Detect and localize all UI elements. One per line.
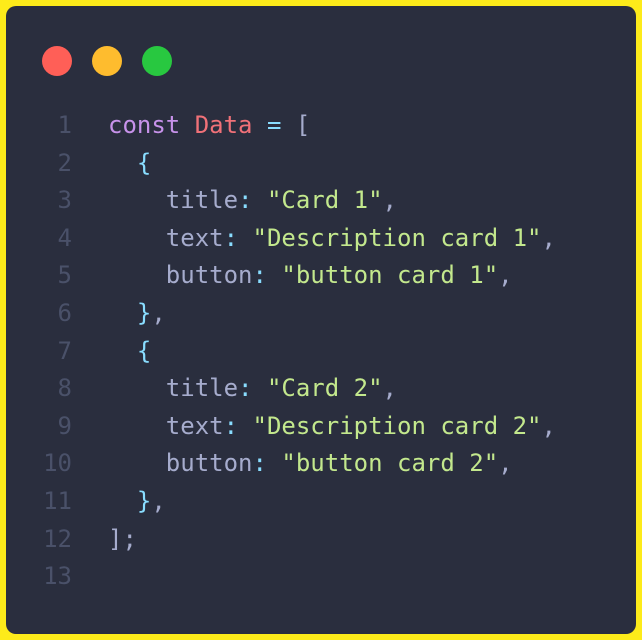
code-text: }, <box>108 483 166 521</box>
code-line: 12]; <box>6 521 636 559</box>
line-number: 13 <box>43 562 72 591</box>
line-number: 4 <box>57 223 72 252</box>
code-line: 3 title: "Card 1", <box>6 182 636 220</box>
code-token: , <box>541 223 556 252</box>
code-text: { <box>108 333 151 371</box>
code-token: "button card 1" <box>281 261 499 290</box>
code-token: } <box>136 486 152 515</box>
code-token: const <box>108 111 181 139</box>
code-text: text: "Description card 2", <box>108 408 556 446</box>
code-token: { <box>136 336 152 365</box>
code-token: "Card 2" <box>266 374 383 403</box>
code-token: , <box>382 374 397 403</box>
code-text: const Data = [ <box>108 107 310 145</box>
window-controls <box>42 46 172 76</box>
code-line: 5 button: "button card 1", <box>6 257 636 295</box>
code-text: button: "button card 2", <box>108 445 513 483</box>
line-number: 10 <box>43 449 72 478</box>
line-number: 8 <box>57 374 72 403</box>
code-token: : <box>252 261 282 290</box>
code-text: title: "Card 1", <box>108 182 397 220</box>
code-token: } <box>136 298 152 327</box>
code-text: title: "Card 2", <box>108 370 397 408</box>
code-token: ; <box>122 524 137 553</box>
code-text: ]; <box>108 521 137 559</box>
code-text: { <box>108 145 151 183</box>
code-token: = <box>266 111 282 139</box>
code-line: 8 title: "Card 2", <box>6 370 636 408</box>
code-token: title <box>165 374 239 403</box>
code-token: : <box>223 411 253 440</box>
code-line: 10 button: "button card 2", <box>6 445 636 483</box>
code-token: button <box>165 449 253 478</box>
line-number: 2 <box>57 148 72 177</box>
code-token: "Description card 2" <box>252 411 542 440</box>
code-token: , <box>382 186 397 215</box>
line-number: 6 <box>57 298 72 327</box>
code-token: , <box>541 411 556 440</box>
code-token: "button card 2" <box>281 449 499 478</box>
code-token: : <box>252 449 282 478</box>
minimize-dot <box>92 46 122 76</box>
code-token: , <box>151 486 166 515</box>
code-line: 2 { <box>6 145 636 183</box>
code-token: { <box>136 148 152 177</box>
code-token: [ <box>295 111 311 139</box>
code-token: text <box>165 411 224 440</box>
code-line: 13 <box>6 558 636 596</box>
code-token: "Card 1" <box>266 186 383 215</box>
code-window: 1 const Data = [2 {3 title: "Card 1", 4 te… <box>6 6 636 634</box>
line-number: 1 <box>57 111 72 139</box>
code-line: 7 { <box>6 333 636 371</box>
line-number: 3 <box>57 186 72 215</box>
code-token: : <box>238 186 267 215</box>
code-token: "Description card 1" <box>252 223 542 252</box>
code-token: : <box>223 223 253 252</box>
code-line: 9 text: "Description card 2", <box>6 408 636 446</box>
code-line: 1 const Data = [ <box>6 107 636 145</box>
code-token: text <box>165 223 224 252</box>
line-number: 7 <box>57 336 72 365</box>
code-token: Data <box>194 111 253 139</box>
code-token: , <box>151 298 166 327</box>
code-line: 6 }, <box>6 295 636 333</box>
code-token: : <box>238 374 267 403</box>
line-number: 9 <box>57 411 72 440</box>
code-text: button: "button card 1", <box>108 257 513 295</box>
code-token: , <box>498 261 513 290</box>
code-token: button <box>165 261 253 290</box>
code-line: 4 text: "Description card 1", <box>6 220 636 258</box>
code-token: title <box>165 186 239 215</box>
line-number: 12 <box>43 524 72 553</box>
code-text: text: "Description card 1", <box>108 220 556 258</box>
code-block: 1 const Data = [2 {3 title: "Card 1", 4 te… <box>6 107 636 596</box>
code-line: 11 }, <box>6 483 636 521</box>
line-number: 5 <box>57 261 72 290</box>
maximize-dot <box>142 46 172 76</box>
line-number: 11 <box>43 486 72 515</box>
close-dot <box>42 46 72 76</box>
code-text: }, <box>108 295 166 333</box>
code-token: , <box>498 449 513 478</box>
code-token: ] <box>108 524 123 553</box>
